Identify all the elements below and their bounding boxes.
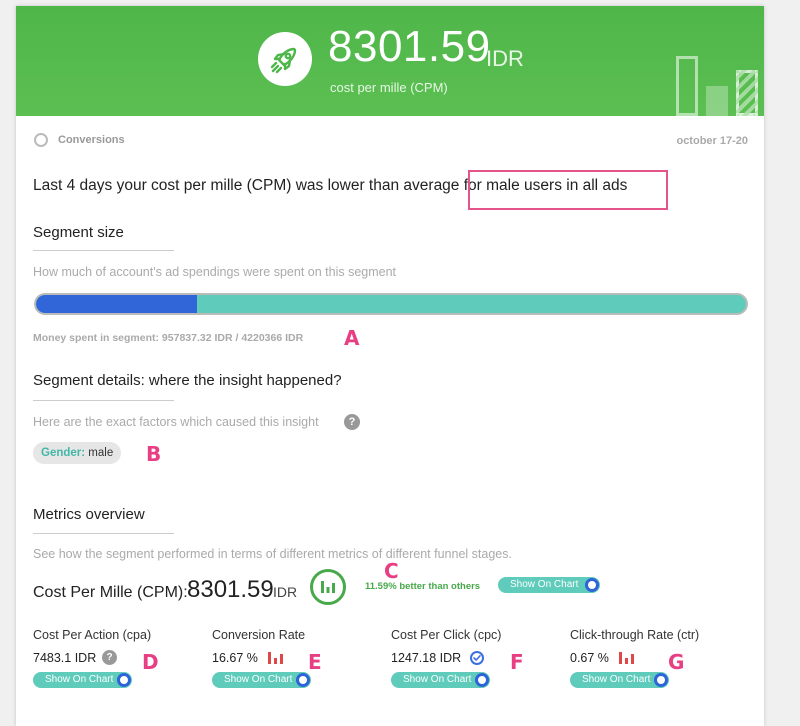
help-icon[interactable]: ? xyxy=(344,414,360,430)
toggle-label: Show On Chart xyxy=(224,674,293,685)
toggle-knob xyxy=(654,673,668,687)
toggle-knob xyxy=(296,673,310,687)
highlight-box xyxy=(468,170,668,210)
annotation-a: A xyxy=(344,326,360,350)
segment-size-progress-bar xyxy=(34,293,748,315)
gender-filter-chip[interactable]: Gender: male xyxy=(33,442,122,464)
toggle-knob xyxy=(475,673,489,687)
toggle-label: Show On Chart xyxy=(510,579,579,590)
section-divider xyxy=(33,400,174,401)
chip-value: male xyxy=(88,447,114,459)
segment-size-description: How much of account's ad spendings were … xyxy=(33,265,397,279)
headline-text: Last 4 days your cost per mille (CPM) wa… xyxy=(33,177,460,194)
header-unit: IDR xyxy=(486,46,524,71)
decorative-bar-3 xyxy=(736,70,758,116)
progress-fill xyxy=(36,295,198,313)
cpm-comparison: 11.59% better than others xyxy=(365,581,481,592)
cpc-show-on-chart-toggle[interactable]: Show On Chart xyxy=(391,672,490,688)
conversion-rate-show-on-chart-toggle[interactable]: Show On Chart xyxy=(212,672,311,688)
category-label: Conversions xyxy=(58,134,125,146)
ctr-label: Click-through Rate (ctr) xyxy=(570,628,700,642)
toggle-label: Show On Chart xyxy=(403,674,472,685)
annotation-g: G xyxy=(668,650,685,674)
decorative-bar-2 xyxy=(706,86,728,116)
metrics-description: See how the segment performed in terms o… xyxy=(33,547,512,561)
annotation-c: C xyxy=(384,559,399,583)
section-divider xyxy=(33,533,174,534)
cpa-label: Cost Per Action (cpa) xyxy=(33,628,152,642)
money-spent-label: Money spent in segment: 957837.32 IDR / … xyxy=(33,332,304,344)
bar-chart-icon[interactable] xyxy=(267,651,285,665)
cpc-label: Cost Per Click (cpc) xyxy=(391,628,502,642)
toggle-label: Show On Chart xyxy=(582,674,651,685)
cpm-value: 8301.59 xyxy=(187,576,274,603)
metrics-overview-title: Metrics overview xyxy=(33,506,145,523)
chip-key: Gender: xyxy=(41,447,86,459)
header-value: 8301.59 xyxy=(328,22,491,71)
rocket-icon xyxy=(258,32,312,86)
progress-track xyxy=(36,295,746,313)
header-subtitle: cost per mille (CPM) xyxy=(330,80,448,95)
annotation-e: E xyxy=(308,650,322,674)
annotation-b: B xyxy=(146,442,162,466)
check-circle-icon xyxy=(470,651,484,665)
section-divider xyxy=(33,250,174,251)
cpa-show-on-chart-toggle[interactable]: Show On Chart xyxy=(33,672,132,688)
bar-chart-icon[interactable] xyxy=(310,569,346,605)
toggle-label: Show On Chart xyxy=(45,674,114,685)
segment-details-title: Segment details: where the insight happe… xyxy=(33,372,342,389)
date-range: october 17-20 xyxy=(676,135,748,147)
cpm-show-on-chart-toggle[interactable]: Show On Chart xyxy=(498,577,600,593)
ctr-show-on-chart-toggle[interactable]: Show On Chart xyxy=(570,672,669,688)
toggle-knob xyxy=(117,673,131,687)
decorative-bar-1 xyxy=(676,56,698,116)
bar-chart-icon[interactable] xyxy=(618,651,636,665)
annotation-f: F xyxy=(510,650,524,674)
ctr-value: 0.67 % xyxy=(570,651,609,665)
insight-card: 8301.59 IDR cost per mille (CPM) Convers… xyxy=(16,6,764,726)
insight-header: 8301.59 IDR cost per mille (CPM) xyxy=(16,6,764,116)
cpm-unit: IDR xyxy=(273,584,298,600)
cpm-label: Cost Per Mille (CPM): xyxy=(33,584,188,601)
segment-size-title: Segment size xyxy=(33,224,124,241)
conversions-icon xyxy=(34,133,48,147)
conversion-rate-value: 16.67 % xyxy=(212,651,258,665)
annotation-d: D xyxy=(142,650,159,674)
help-icon[interactable]: ? xyxy=(102,650,117,665)
cpc-value: 1247.18 IDR xyxy=(391,651,462,665)
cpa-value: 7483.1 IDR xyxy=(33,651,97,665)
conversion-rate-label: Conversion Rate xyxy=(212,628,306,642)
toggle-knob xyxy=(585,578,599,592)
segment-details-description: Here are the exact factors which caused … xyxy=(33,415,319,429)
